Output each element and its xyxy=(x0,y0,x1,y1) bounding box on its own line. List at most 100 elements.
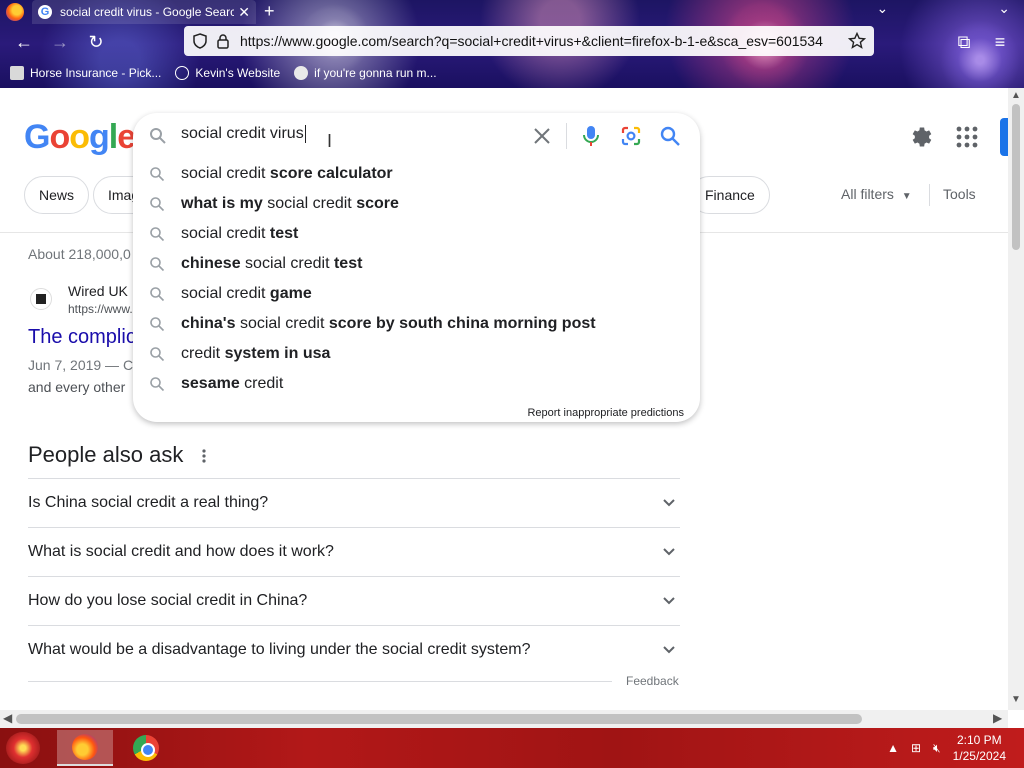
tracking-shield-icon[interactable] xyxy=(192,33,208,49)
taskbar: ▲ ⊞ 🔇︎ 2:10 PM 1/25/2024 xyxy=(0,728,1024,768)
suggestion-match: credit xyxy=(181,345,225,362)
suggestion-completion: score xyxy=(356,195,399,212)
globe-icon xyxy=(175,66,190,80)
suggestion-text: social credit score calculator xyxy=(181,165,393,183)
result-date: Jun 7, 2019 — C xyxy=(28,357,134,373)
suggestion-item[interactable]: what is my social credit score xyxy=(133,189,700,219)
google-lens-icon[interactable] xyxy=(620,125,642,147)
vertical-scrollbar[interactable]: ▲ ▼ xyxy=(1008,88,1024,710)
horizontal-scroll-thumb[interactable] xyxy=(16,714,862,724)
bookmarks-toolbar: Horse Insurance - Pick... Kevin's Websit… xyxy=(0,62,1024,84)
bookmark-horse-insurance[interactable]: Horse Insurance - Pick... xyxy=(10,66,161,80)
extensions-icon[interactable]: ⧉ xyxy=(952,30,976,54)
suggestion-item[interactable]: chinese social credit test xyxy=(133,249,700,279)
volume-muted-icon[interactable]: 🔇︎ xyxy=(933,741,941,756)
all-filters-label: All filters xyxy=(841,186,894,202)
suggestion-completion: test xyxy=(333,255,363,272)
search-submit-icon[interactable] xyxy=(659,125,681,147)
wired-logo-mark xyxy=(36,294,46,304)
suggestion-completion: what is my xyxy=(181,195,263,212)
scroll-up-arrow-icon[interactable]: ▲ xyxy=(1011,90,1021,101)
clock[interactable]: 2:10 PM 1/25/2024 xyxy=(953,732,1006,764)
all-filters-button[interactable]: All filters ▼ xyxy=(841,186,912,202)
chip-news[interactable]: News xyxy=(24,176,90,214)
paa-question[interactable]: What is social credit and how does it wo… xyxy=(28,527,680,576)
more-options-icon[interactable] xyxy=(198,448,210,464)
suggestion-text: credit system in usa xyxy=(181,345,330,363)
suggestion-match: social credit xyxy=(181,285,270,302)
paa-divider xyxy=(28,681,612,682)
reload-icon[interactable]: ↻ xyxy=(84,30,108,54)
suggestion-completion: chinese xyxy=(181,255,241,272)
result-site-name[interactable]: Wired UK xyxy=(68,283,128,299)
firefox-menu-icon[interactable] xyxy=(6,3,24,21)
window-controls: ⌄ ⌄ xyxy=(877,0,1010,17)
logo-letter: l xyxy=(108,118,119,156)
tab-list-chevron-icon[interactable]: ⌄ xyxy=(877,0,889,17)
feedback-link[interactable]: Feedback xyxy=(626,674,679,688)
suggestion-completion: china's xyxy=(181,315,236,332)
search-icon xyxy=(150,128,166,144)
forward-arrow-icon[interactable]: → xyxy=(48,30,72,54)
search-icon xyxy=(150,317,165,332)
nav-bar: ← → ↻ https://www.google.com/search?q=so… xyxy=(0,26,1024,58)
horizontal-scrollbar[interactable]: ◀ ▶ xyxy=(0,710,1008,728)
taskbar-firefox[interactable] xyxy=(57,730,113,766)
bookmark-run-m[interactable]: if you're gonna run m... xyxy=(294,66,437,80)
suggestion-item[interactable]: sesame credit xyxy=(133,369,700,399)
result-site-url[interactable]: https://www. xyxy=(68,302,133,316)
suggestion-completion: score calculator xyxy=(269,165,393,182)
chevron-down-icon xyxy=(663,597,675,605)
tab-google-search[interactable]: G social credit virus - Google Search ✕ xyxy=(32,0,256,24)
paa-question-text: What would be a disadvantage to living u… xyxy=(28,641,531,658)
google-logo[interactable]: Google xyxy=(24,118,136,157)
logo-letter: o xyxy=(49,118,70,156)
voice-search-mic-icon[interactable] xyxy=(581,125,601,147)
suggestion-item[interactable]: social credit test xyxy=(133,219,700,249)
start-button[interactable] xyxy=(6,732,40,764)
suggestion-text: chinese social credit test xyxy=(181,255,362,273)
vertical-scroll-thumb[interactable] xyxy=(1012,104,1020,250)
show-hidden-icons-icon[interactable]: ▲ xyxy=(887,741,899,755)
paa-question[interactable]: How do you lose social credit in China? xyxy=(28,576,680,625)
lock-icon[interactable] xyxy=(216,33,230,49)
url-text[interactable]: https://www.google.com/search?q=social+c… xyxy=(240,33,842,49)
scroll-left-arrow-icon[interactable]: ◀ xyxy=(3,711,12,725)
clear-search-icon[interactable] xyxy=(531,125,553,147)
paa-question-text: How do you lose social credit in China? xyxy=(28,592,308,609)
result-title-link[interactable]: The complic xyxy=(28,326,136,349)
paa-question[interactable]: What would be a disadvantage to living u… xyxy=(28,625,680,674)
hamburger-menu-icon[interactable]: ≡ xyxy=(988,30,1012,54)
suggestion-item[interactable]: credit system in usa xyxy=(133,339,700,369)
bookmark-star-icon[interactable] xyxy=(848,32,866,50)
sign-in-button[interactable] xyxy=(1000,118,1008,156)
people-also-ask-heading: People also ask xyxy=(28,442,184,467)
network-icon[interactable]: ⊞ xyxy=(911,741,921,755)
search-input[interactable]: social credit virus xyxy=(181,125,306,143)
new-tab-icon[interactable]: + xyxy=(264,0,275,22)
taskbar-chrome[interactable] xyxy=(118,730,174,766)
bookmark-kevins-website[interactable]: Kevin's Website xyxy=(175,66,280,80)
window-close-icon[interactable]: ⌄ xyxy=(998,0,1010,17)
suggestion-item[interactable]: china's social credit score by south chi… xyxy=(133,309,700,339)
url-bar[interactable]: https://www.google.com/search?q=social+c… xyxy=(184,26,874,56)
search-icon xyxy=(150,197,165,212)
settings-gear-icon[interactable] xyxy=(908,124,934,150)
pumpkin-icon xyxy=(294,66,309,80)
suggestion-completion: system in usa xyxy=(224,345,331,362)
scroll-right-arrow-icon[interactable]: ▶ xyxy=(993,711,1002,725)
paa-question[interactable]: Is China social credit a real thing? xyxy=(28,478,680,527)
google-apps-icon[interactable] xyxy=(956,126,978,148)
chip-finance[interactable]: Finance xyxy=(690,176,770,214)
report-predictions-link[interactable]: Report inappropriate predictions xyxy=(527,407,684,419)
ibeam-cursor-icon: I xyxy=(327,131,333,151)
tab-close-icon[interactable]: ✕ xyxy=(238,4,250,21)
google-results-page: Google News Imag Finance All filters ▼ T… xyxy=(0,88,1008,710)
suggestion-item[interactable]: social credit score calculator xyxy=(133,159,700,189)
logo-letter: g xyxy=(89,118,110,156)
suggestion-text: social credit test xyxy=(181,225,298,243)
suggestion-item[interactable]: social credit game xyxy=(133,279,700,309)
tools-button[interactable]: Tools xyxy=(943,186,976,202)
back-arrow-icon[interactable]: ← xyxy=(12,30,36,54)
scroll-down-arrow-icon[interactable]: ▼ xyxy=(1011,694,1021,705)
